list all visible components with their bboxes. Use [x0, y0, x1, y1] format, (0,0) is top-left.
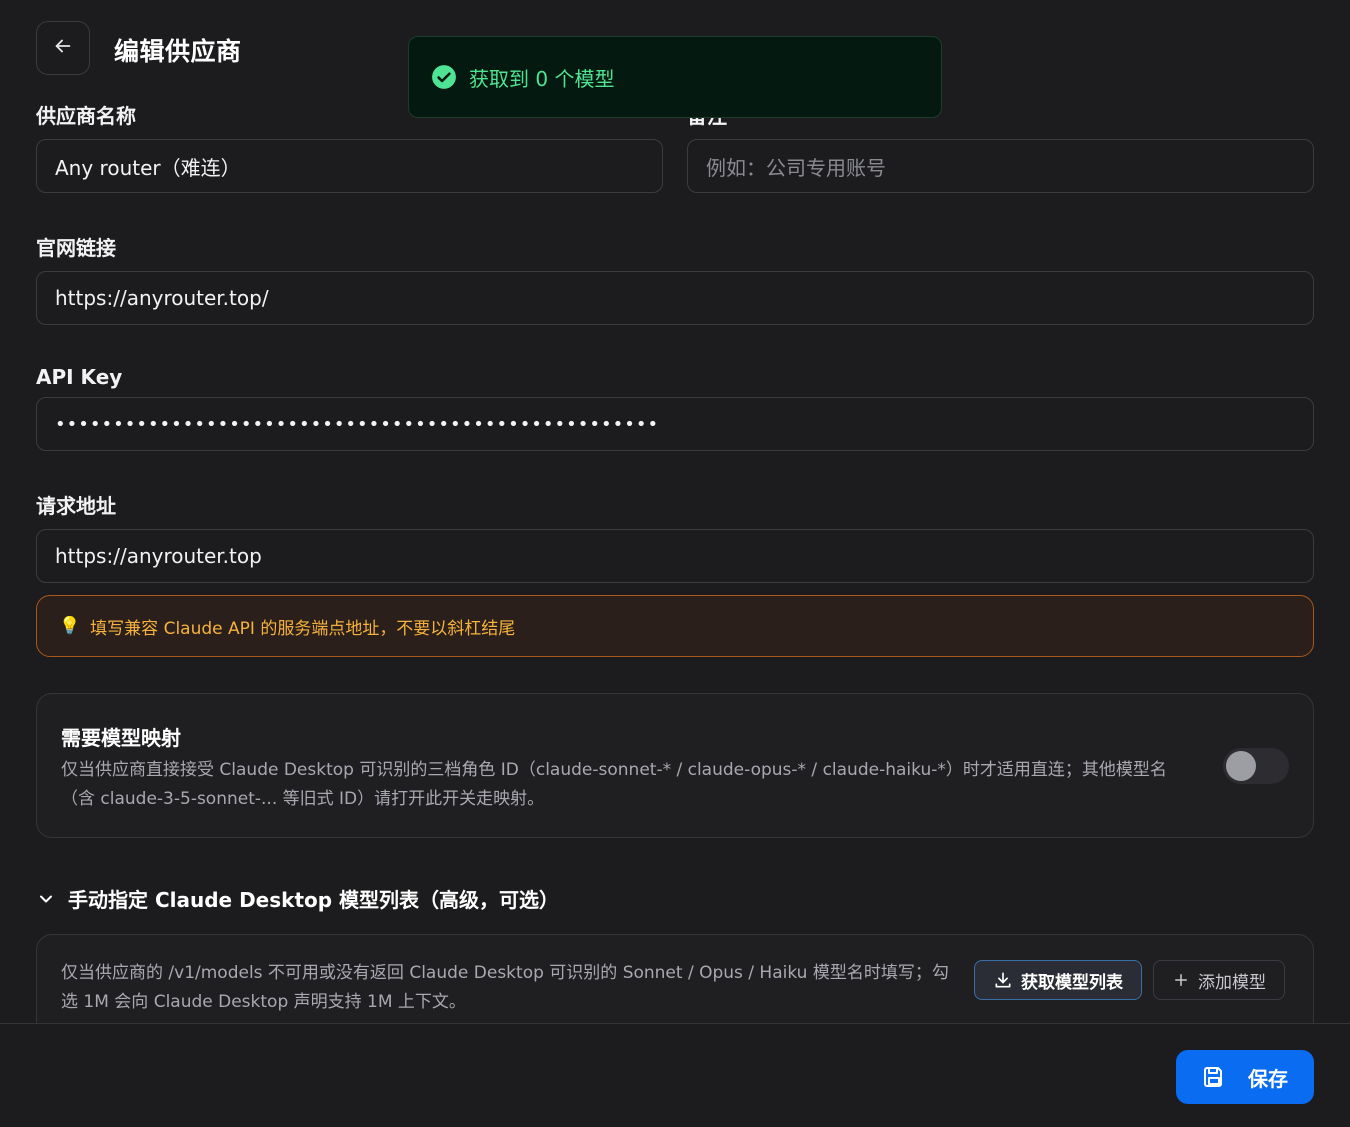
- save-button[interactable]: 保存: [1176, 1050, 1314, 1104]
- model-mapping-card: 需要模型映射 仅当供应商直接接受 Claude Desktop 可识别的三档角色…: [36, 693, 1314, 838]
- api-key-input[interactable]: ••••••••••••••••••••••••••••••••••••••••…: [36, 397, 1314, 451]
- endpoint-input[interactable]: https://anyrouter.top: [36, 529, 1314, 583]
- website-label: 官网链接: [36, 236, 116, 260]
- fetch-models-button[interactable]: 获取模型列表: [974, 960, 1142, 1000]
- models-section-title: 手动指定 Claude Desktop 模型列表（高级，可选）: [68, 888, 560, 912]
- endpoint-hint: 💡 填写兼容 Claude API 的服务端点地址，不要以斜杠结尾: [36, 595, 1314, 657]
- models-section-toggle[interactable]: 手动指定 Claude Desktop 模型列表（高级，可选）: [36, 884, 559, 913]
- page-title: 编辑供应商: [114, 37, 242, 66]
- check-circle-icon: [431, 64, 457, 90]
- note-input[interactable]: 例如：公司专用账号: [687, 139, 1314, 193]
- model-mapping-title: 需要模型映射: [61, 726, 181, 750]
- arrow-left-icon: [52, 35, 74, 61]
- lightbulb-icon: 💡: [59, 616, 81, 636]
- model-mapping-description: 仅当供应商直接接受 Claude Desktop 可识别的三档角色 ID（cla…: [61, 760, 1167, 809]
- provider-name-label: 供应商名称: [36, 104, 136, 128]
- toggle-knob: [1226, 751, 1256, 781]
- back-button[interactable]: [36, 21, 90, 75]
- model-mapping-toggle[interactable]: [1223, 748, 1289, 784]
- fetch-models-label: 获取模型列表: [1021, 972, 1123, 993]
- website-input[interactable]: https://anyrouter.top/: [36, 271, 1314, 325]
- endpoint-label: 请求地址: [36, 494, 116, 518]
- save-icon: [1202, 1065, 1226, 1089]
- endpoint-hint-text: 填写兼容 Claude API 的服务端点地址，不要以斜杠结尾: [90, 618, 516, 639]
- save-label: 保存: [1248, 1066, 1288, 1091]
- download-icon: [993, 970, 1013, 990]
- footer-bar: 保存: [0, 1023, 1350, 1127]
- add-model-button[interactable]: 添加模型: [1153, 960, 1285, 1000]
- add-model-label: 添加模型: [1198, 972, 1266, 993]
- toast-message: 获取到 0 个模型: [469, 66, 615, 91]
- api-key-label: API Key: [36, 365, 123, 389]
- plus-icon: [1172, 971, 1190, 989]
- provider-name-input[interactable]: Any router（难连）: [36, 139, 663, 193]
- success-toast: 获取到 0 个模型: [408, 36, 942, 118]
- chevron-down-icon: [36, 889, 56, 909]
- models-description: 仅当供应商的 /v1/models 不可用或没有返回 Claude Deskto…: [61, 963, 949, 1012]
